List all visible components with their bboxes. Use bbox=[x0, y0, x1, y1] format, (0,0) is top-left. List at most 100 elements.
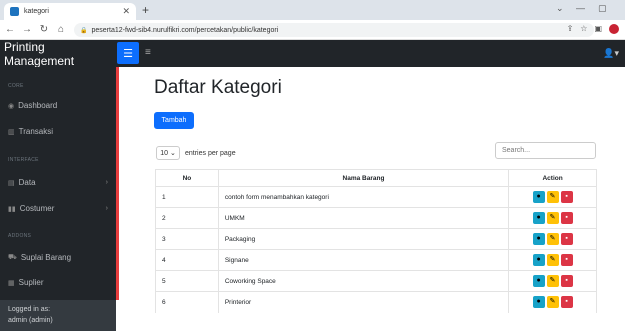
cell-action: ● ✎ ▪ bbox=[508, 249, 597, 271]
truck-icon: ▦ bbox=[8, 279, 15, 287]
cell-name: contoh form menambahkan kategori bbox=[217, 186, 510, 208]
dashboard-icon: ◉ bbox=[8, 102, 15, 110]
delete-button[interactable]: ▪ bbox=[560, 254, 573, 266]
edit-button[interactable]: ✎ bbox=[546, 296, 559, 309]
hamburger-icon[interactable]: ≡ bbox=[145, 47, 151, 58]
top-navbar: Printing Management ☰ ≡ 👤▾ bbox=[0, 40, 625, 68]
delete-button[interactable]: ▪ bbox=[560, 296, 573, 309]
minimize-icon[interactable]: — bbox=[576, 3, 585, 13]
sidebar: CORE ◉ Dashboard ▥ Transaksi INTERFACE ▤… bbox=[0, 67, 116, 331]
edit-button[interactable]: ✎ bbox=[546, 275, 559, 287]
cell-name: Signane bbox=[217, 249, 510, 271]
tab-search-icon[interactable]: ⌄ bbox=[556, 3, 564, 14]
sidebar-item-label: Suplai Barang bbox=[20, 253, 72, 262]
view-button[interactable]: ● bbox=[532, 254, 545, 266]
address-bar[interactable]: 🔒 peserta12-fwd-sib4.nurulfikri.com/perc… bbox=[74, 23, 594, 37]
book-icon: ▮▮ bbox=[8, 205, 16, 213]
entries-label: entries per page bbox=[185, 149, 236, 157]
sidebar-heading-core: CORE bbox=[8, 83, 24, 89]
table-row: 6 Printerior ● ✎ ▪ bbox=[155, 291, 597, 313]
sidebar-item-data[interactable]: ▤ Data › bbox=[8, 178, 108, 187]
view-button[interactable]: ● bbox=[532, 275, 545, 287]
edit-button[interactable]: ✎ bbox=[546, 254, 559, 266]
table-row: 5 Coworking Space ● ✎ ▪ bbox=[155, 270, 597, 292]
cell-name: UMKM bbox=[217, 207, 510, 229]
search-input[interactable]: Search... bbox=[495, 142, 596, 159]
menu-icon: ☰ bbox=[123, 47, 133, 60]
edit-button[interactable]: ✎ bbox=[546, 233, 559, 245]
pencil-icon: ✎ bbox=[549, 214, 556, 221]
sidebar-item-label: Suplier bbox=[18, 278, 44, 287]
browser-actions: ⇪ ☆ ▣ bbox=[567, 24, 619, 34]
sidebar-item-label: Costumer bbox=[19, 204, 55, 213]
table-row: 4 Signane ● ✎ ▪ bbox=[155, 249, 597, 271]
chevron-down-icon: ⌄ bbox=[169, 150, 176, 157]
pencil-icon: ✎ bbox=[549, 298, 556, 306]
sidebar-item-dashboard[interactable]: ◉ Dashboard bbox=[8, 101, 108, 110]
favicon-icon bbox=[10, 7, 19, 16]
eye-icon: ● bbox=[536, 256, 541, 263]
entries-value: 10 bbox=[160, 149, 168, 157]
url-text: peserta12-fwd-sib4.nurulfikri.com/percet… bbox=[91, 26, 279, 34]
bookmark-star-icon[interactable]: ☆ bbox=[580, 24, 587, 34]
entries-per-page: 10 ⌄ entries per page bbox=[156, 146, 236, 160]
user-dropdown-icon[interactable]: 👤▾ bbox=[603, 48, 619, 59]
view-button[interactable]: ● bbox=[532, 296, 545, 309]
cell-no: 6 bbox=[155, 291, 219, 313]
column-header-name[interactable]: Nama Barang bbox=[217, 169, 510, 187]
pencil-icon: ✎ bbox=[549, 193, 556, 200]
trash-icon: ▪ bbox=[565, 214, 568, 221]
trash-icon: ▪ bbox=[565, 235, 568, 242]
sidepanel-icon[interactable]: ▣ bbox=[594, 24, 602, 34]
cell-no: 2 bbox=[155, 207, 219, 229]
browser-toolbar: ← → ↻ ⌂ 🔒 peserta12-fwd-sib4.nurulfikri.… bbox=[0, 20, 625, 40]
view-button[interactable]: ● bbox=[532, 191, 545, 203]
sidebar-item-label: Dashboard bbox=[18, 101, 58, 110]
share-icon[interactable]: ⇪ bbox=[567, 24, 574, 34]
sidebar-item-suplai-barang[interactable]: ⛟ Suplai Barang bbox=[8, 253, 108, 262]
sidebar-item-costumer[interactable]: ▮▮ Costumer › bbox=[8, 204, 108, 213]
view-button[interactable]: ● bbox=[532, 233, 545, 245]
browser-tab-bar: kategori ✕ + ⌄ — ▢ bbox=[0, 0, 625, 20]
add-category-button[interactable]: Tambah bbox=[154, 112, 194, 129]
view-button[interactable]: ● bbox=[532, 212, 545, 224]
sidebar-item-transaksi[interactable]: ▥ Transaksi bbox=[8, 127, 108, 136]
delete-button[interactable]: ▪ bbox=[560, 233, 573, 245]
delete-button[interactable]: ▪ bbox=[560, 212, 573, 224]
table-row: 3 Packaging ● ✎ ▪ bbox=[155, 228, 597, 250]
new-tab-icon[interactable]: + bbox=[142, 3, 149, 17]
pencil-icon: ✎ bbox=[549, 256, 556, 263]
close-tab-icon[interactable]: ✕ bbox=[122, 6, 130, 17]
column-header-no[interactable]: No bbox=[155, 169, 219, 187]
restore-icon[interactable]: ▢ bbox=[598, 3, 607, 14]
trash-icon: ▪ bbox=[565, 256, 568, 263]
forward-icon[interactable]: → bbox=[20, 24, 34, 35]
pencil-icon: ✎ bbox=[549, 235, 556, 242]
brand-title[interactable]: Printing Management bbox=[0, 40, 116, 68]
main-content: Daftar Kategori Tambah 10 ⌄ entries per … bbox=[119, 67, 625, 331]
sidebar-toggle-button[interactable]: ☰ bbox=[117, 42, 139, 64]
back-icon[interactable]: ← bbox=[3, 24, 17, 35]
edit-button[interactable]: ✎ bbox=[546, 191, 559, 203]
extension-icon[interactable] bbox=[609, 24, 619, 34]
cell-name: Coworking Space bbox=[217, 270, 510, 292]
table-row: 2 UMKM ● ✎ ▪ bbox=[155, 207, 597, 229]
browser-tab[interactable]: kategori ✕ bbox=[4, 3, 136, 20]
delete-button[interactable]: ▪ bbox=[560, 191, 573, 203]
cell-name: Printerior bbox=[217, 291, 510, 313]
delete-button[interactable]: ▪ bbox=[560, 275, 573, 287]
pencil-icon: ✎ bbox=[549, 277, 556, 284]
trash-icon: ▪ bbox=[565, 298, 568, 306]
column-header-action: Action bbox=[508, 169, 597, 187]
entries-select[interactable]: 10 ⌄ bbox=[156, 146, 180, 160]
cell-no: 3 bbox=[155, 228, 219, 250]
chevron-right-icon: › bbox=[105, 205, 108, 212]
eye-icon: ● bbox=[536, 298, 541, 306]
trash-icon: ▪ bbox=[565, 193, 568, 200]
category-table: No Nama Barang Action 1 contoh form mena… bbox=[155, 169, 597, 313]
reload-icon[interactable]: ↻ bbox=[37, 24, 51, 35]
sidebar-item-suplier[interactable]: ▦ Suplier bbox=[8, 278, 108, 287]
sidebar-heading-addons: ADDONS bbox=[8, 233, 32, 239]
edit-button[interactable]: ✎ bbox=[546, 212, 559, 224]
home-icon[interactable]: ⌂ bbox=[54, 24, 68, 35]
